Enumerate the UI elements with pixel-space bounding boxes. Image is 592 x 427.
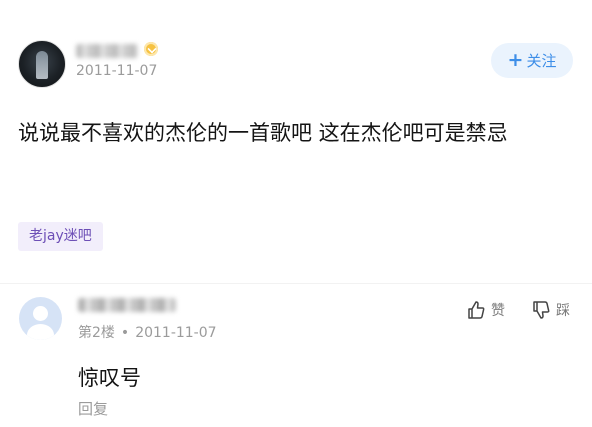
follow-label: 关注 xyxy=(526,52,557,70)
plus-icon: + xyxy=(507,49,524,71)
comment-date: 2011-11-07 xyxy=(135,325,217,341)
author-name-blurred[interactable] xyxy=(76,44,138,58)
divider xyxy=(0,283,592,284)
avatar-figure xyxy=(36,51,48,79)
dislike-label: 踩 xyxy=(556,303,570,319)
follow-button[interactable]: + 关注 xyxy=(491,43,573,78)
thumbs-down-icon xyxy=(533,301,550,319)
dislike-button[interactable]: 踩 xyxy=(531,300,570,320)
post-content: 说说最不喜欢的杰伦的一首歌吧 这在杰伦吧可是禁忌 xyxy=(18,121,508,145)
like-button[interactable]: 赞 xyxy=(466,300,505,320)
floor-number: 第2楼 xyxy=(78,325,115,341)
thumbs-up-icon xyxy=(468,301,485,319)
vip-badge-icon xyxy=(144,42,158,56)
commenter-name-blurred[interactable] xyxy=(78,298,176,312)
author-avatar[interactable] xyxy=(18,40,66,88)
post-date: 2011-11-07 xyxy=(76,63,158,79)
reply-link[interactable]: 回复 xyxy=(78,398,108,419)
commenter-avatar[interactable] xyxy=(19,297,62,340)
avatar-head xyxy=(33,306,48,321)
avatar-body xyxy=(27,324,54,340)
comment-content: 惊叹号 xyxy=(78,366,141,390)
meta-separator: • xyxy=(120,325,130,341)
comment-meta: 第2楼 • 2011-11-07 xyxy=(78,322,217,342)
forum-tag[interactable]: 老jay迷吧 xyxy=(18,222,103,251)
like-label: 赞 xyxy=(491,303,505,319)
